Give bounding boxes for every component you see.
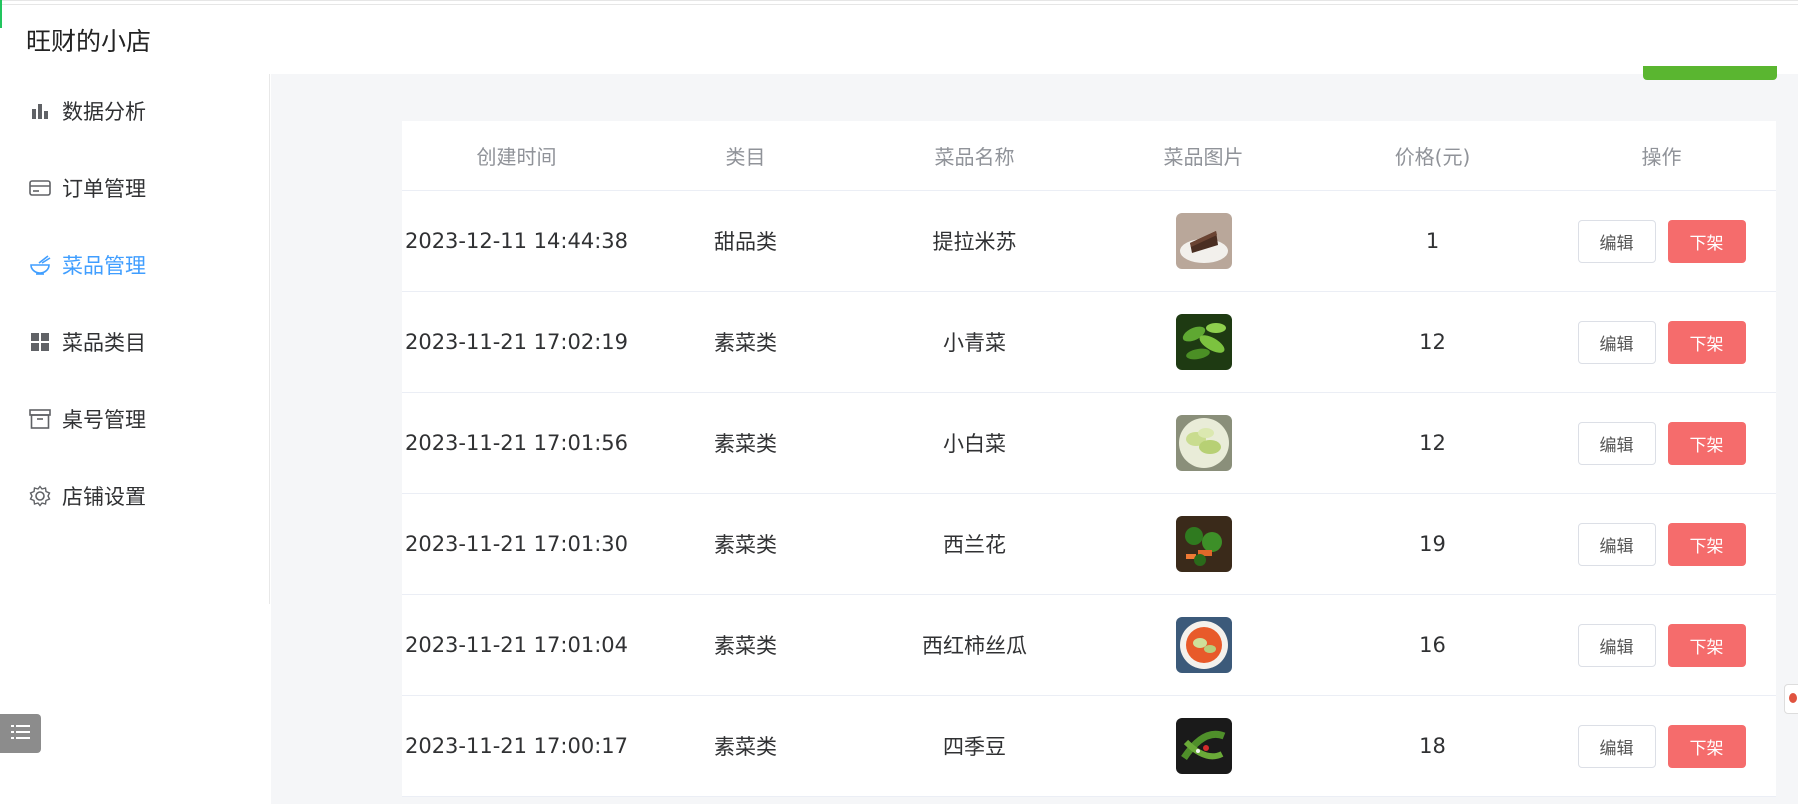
table-row: 2023-11-21 17:02:19 素菜类 小青菜 12 编辑 下架 xyxy=(402,292,1776,393)
cell-dish-image xyxy=(1089,516,1318,572)
header-price: 价格(元) xyxy=(1394,145,1471,169)
dish-thumbnail[interactable] xyxy=(1175,415,1232,471)
card-icon xyxy=(28,176,52,200)
cell-created-time: 2023-11-21 17:01:30 xyxy=(404,532,629,556)
edit-button[interactable]: 编辑 xyxy=(1577,724,1656,768)
header-actions: 操作 xyxy=(1641,145,1682,169)
cell-dish-name: 小青菜 xyxy=(943,331,1006,355)
table-row: 2023-11-21 17:00:17 素菜类 四季豆 18 编辑 下架 xyxy=(402,696,1776,797)
cell-dish-name: 小白菜 xyxy=(943,432,1006,456)
sidebar-item-shop-settings[interactable]: 店铺设置 xyxy=(28,476,146,516)
grid-icon xyxy=(28,330,52,354)
dish-thumbnail[interactable] xyxy=(1175,617,1232,673)
edit-button[interactable]: 编辑 xyxy=(1577,219,1656,263)
cell-actions: 编辑 下架 xyxy=(1547,219,1776,263)
cell-created-time: 2023-11-21 17:01:04 xyxy=(404,633,629,657)
cell-actions: 编辑 下架 xyxy=(1547,421,1776,465)
list-icon xyxy=(10,723,32,745)
edit-button[interactable]: 编辑 xyxy=(1577,623,1656,667)
cell-dish-name: 西兰花 xyxy=(943,533,1006,557)
header-dish-name: 菜品名称 xyxy=(934,145,1015,169)
sidebar-item-dish-management[interactable]: 菜品管理 xyxy=(28,245,146,285)
edit-button[interactable]: 编辑 xyxy=(1577,320,1656,364)
cell-price: 12 xyxy=(1419,330,1446,354)
table-row: 2023-11-21 17:01:56 素菜类 小白菜 12 编辑 下架 xyxy=(402,393,1776,494)
cell-created-time: 2023-12-11 14:44:38 xyxy=(404,229,629,253)
cell-actions: 编辑 下架 xyxy=(1547,623,1776,667)
take-off-shelf-button[interactable]: 下架 xyxy=(1667,320,1746,364)
cell-dish-image xyxy=(1089,213,1318,269)
cell-actions: 编辑 下架 xyxy=(1547,320,1776,364)
dish-thumbnail[interactable] xyxy=(1175,213,1232,269)
gear-icon xyxy=(28,484,52,508)
box-icon xyxy=(28,407,52,431)
cell-dish-image xyxy=(1089,415,1318,471)
dish-thumbnail[interactable] xyxy=(1175,718,1232,774)
edit-button[interactable]: 编辑 xyxy=(1577,522,1656,566)
collapse-menu-button[interactable] xyxy=(0,714,41,753)
sidebar-item-dish-category[interactable]: 菜品类目 xyxy=(28,322,146,362)
cell-category: 素菜类 xyxy=(714,331,777,355)
sidebar-item-label: 菜品类目 xyxy=(62,331,146,355)
take-off-shelf-button[interactable]: 下架 xyxy=(1667,219,1746,263)
cell-created-time: 2023-11-21 17:00:17 xyxy=(404,734,629,758)
cell-dish-name: 四季豆 xyxy=(943,735,1006,759)
edit-button[interactable]: 编辑 xyxy=(1577,421,1656,465)
bowl-icon xyxy=(28,253,52,277)
paw-icon xyxy=(1789,693,1797,703)
cell-category: 素菜类 xyxy=(714,735,777,759)
dish-table: 创建时间 类目 菜品名称 菜品图片 价格(元) 操作 2023-12-11 14… xyxy=(402,121,1776,797)
sidebar-item-label: 店铺设置 xyxy=(62,485,146,509)
sidebar-item-data-analysis[interactable]: 数据分析 xyxy=(28,91,146,131)
cell-category: 甜品类 xyxy=(714,230,777,254)
cell-actions: 编辑 下架 xyxy=(1547,724,1776,768)
cell-price: 18 xyxy=(1419,734,1446,758)
cell-dish-image xyxy=(1089,314,1318,370)
sidebar-item-table-number[interactable]: 桌号管理 xyxy=(28,399,146,439)
cell-dish-image xyxy=(1089,718,1318,774)
sidebar: 数据分析 订单管理 菜品管理 菜品类目 桌号管理 店铺设置 xyxy=(0,74,270,604)
header-created-time: 创建时间 xyxy=(476,145,557,169)
table-row: 2023-11-21 17:01:30 素菜类 西兰花 19 编辑 下架 xyxy=(402,494,1776,595)
sidebar-item-label: 订单管理 xyxy=(62,177,146,201)
take-off-shelf-button[interactable]: 下架 xyxy=(1667,522,1746,566)
table-row: 2023-12-11 14:44:38 甜品类 提拉米苏 1 编辑 下架 xyxy=(402,191,1776,292)
floating-widget[interactable] xyxy=(1784,684,1798,714)
dish-thumbnail[interactable] xyxy=(1175,314,1232,370)
dish-thumbnail[interactable] xyxy=(1175,516,1232,572)
cell-price: 16 xyxy=(1419,633,1446,657)
table-row: 2023-11-21 17:01:04 素菜类 西红柿丝瓜 16 编辑 下架 xyxy=(402,595,1776,696)
cell-category: 素菜类 xyxy=(714,533,777,557)
cell-dish-name: 提拉米苏 xyxy=(932,230,1017,254)
cell-price: 19 xyxy=(1419,532,1446,556)
take-off-shelf-button[interactable]: 下架 xyxy=(1667,724,1746,768)
sidebar-item-label: 桌号管理 xyxy=(62,408,146,432)
sidebar-item-label: 数据分析 xyxy=(62,100,146,124)
bar-chart-icon xyxy=(28,99,52,123)
cell-created-time: 2023-11-21 17:02:19 xyxy=(404,330,629,354)
take-off-shelf-button[interactable]: 下架 xyxy=(1667,623,1746,667)
top-border xyxy=(0,0,1798,5)
cell-price: 1 xyxy=(1425,229,1440,253)
header-category: 类目 xyxy=(725,145,766,169)
top-accent-mark xyxy=(0,0,2,28)
add-dish-button[interactable] xyxy=(1643,66,1777,80)
header-dish-image: 菜品图片 xyxy=(1163,145,1244,169)
cell-actions: 编辑 下架 xyxy=(1547,522,1776,566)
cell-dish-name: 西红柿丝瓜 xyxy=(922,634,1027,658)
take-off-shelf-button[interactable]: 下架 xyxy=(1667,421,1746,465)
cell-dish-image xyxy=(1089,617,1318,673)
cell-category: 素菜类 xyxy=(714,634,777,658)
sidebar-item-order-management[interactable]: 订单管理 xyxy=(28,168,146,208)
cell-created-time: 2023-11-21 17:01:56 xyxy=(404,431,629,455)
cell-price: 12 xyxy=(1419,431,1446,455)
shop-name: 旺财的小店 xyxy=(26,27,152,56)
table-header: 创建时间 类目 菜品名称 菜品图片 价格(元) 操作 xyxy=(402,121,1776,191)
sidebar-item-label: 菜品管理 xyxy=(62,254,146,278)
cell-category: 素菜类 xyxy=(714,432,777,456)
